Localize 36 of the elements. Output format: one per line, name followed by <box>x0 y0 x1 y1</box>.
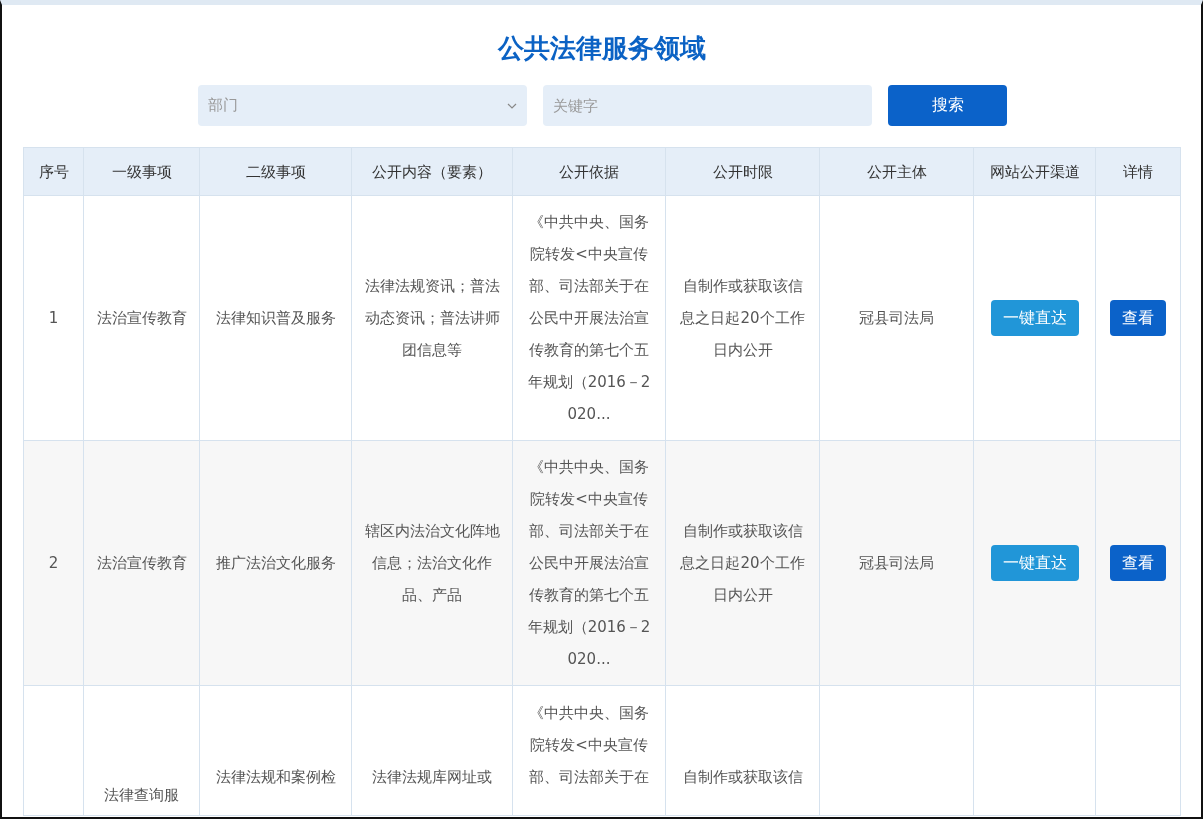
search-button[interactable]: 搜索 <box>888 85 1007 126</box>
column-header: 公开主体 <box>819 147 974 196</box>
table-cell-text: 《中共中央、国务院转发<中央宣传部、司法部关于在公民中开展法治宣传教育的第七个五年规划（2016－2020... <box>526 212 652 425</box>
keyword-field[interactable]: 关键字 <box>543 85 872 126</box>
table-cell-text: 自制作或获取该信息之日起20个工作日内公开 <box>679 521 806 606</box>
table-cell-text: 法律法规库网址或 <box>372 767 492 788</box>
table-cell-text: 法治宣传教育 <box>96 553 187 574</box>
column-header: 公开内容（要素） <box>351 147 513 196</box>
chevron-down-icon <box>507 102 517 109</box>
column-header: 序号 <box>23 147 84 196</box>
direct-access-button[interactable]: 一键直达 <box>990 300 1079 336</box>
page-title: 公共法律服务领域 <box>496 32 707 65</box>
table-cell-text: 《中共中央、国务院转发<中央宣传部、司法部关于在 <box>528 703 650 788</box>
direct-access-button[interactable]: 一键直达 <box>990 545 1079 581</box>
table-cell-text: 自制作或获取该信息之日起20个工作日内公开 <box>679 276 806 361</box>
table-cell-text: 法治宣传教育 <box>96 308 187 329</box>
column-header: 公开时限 <box>665 147 820 196</box>
table-cell-text: 法律法规和案例检 <box>215 767 336 788</box>
view-button[interactable]: 查看 <box>1110 300 1166 336</box>
view-button[interactable]: 查看 <box>1110 545 1166 581</box>
table-cell-text: 法律知识普及服务 <box>215 308 336 329</box>
column-header: 网站公开渠道 <box>973 147 1096 196</box>
row-number: 2 <box>48 553 59 574</box>
column-header: 一级事项 <box>83 147 200 196</box>
column-header: 公开依据 <box>512 147 666 196</box>
column-header: 详情 <box>1095 147 1181 196</box>
row-number: 1 <box>48 308 59 329</box>
table-cell-text: 冠县司法局 <box>859 553 934 574</box>
table-cell-text: 法律查询服 <box>104 785 179 806</box>
table-cell-text: 推广法治文化服务 <box>215 553 336 574</box>
table-cell-text: 冠县司法局 <box>859 308 934 329</box>
table-cell-text: 辖区内法治文化阵地信息；法治文化作品、产品 <box>364 521 500 606</box>
table-cell-text: 法律法规资讯；普法动态资讯；普法讲师团信息等 <box>364 276 500 361</box>
column-header: 二级事项 <box>199 147 352 196</box>
table-cell-text: 自制作或获取该信 <box>682 767 803 788</box>
table-cell-text: 《中共中央、国务院转发<中央宣传部、司法部关于在公民中开展法治宣传教育的第七个五年规划（2016－2020... <box>526 457 652 670</box>
